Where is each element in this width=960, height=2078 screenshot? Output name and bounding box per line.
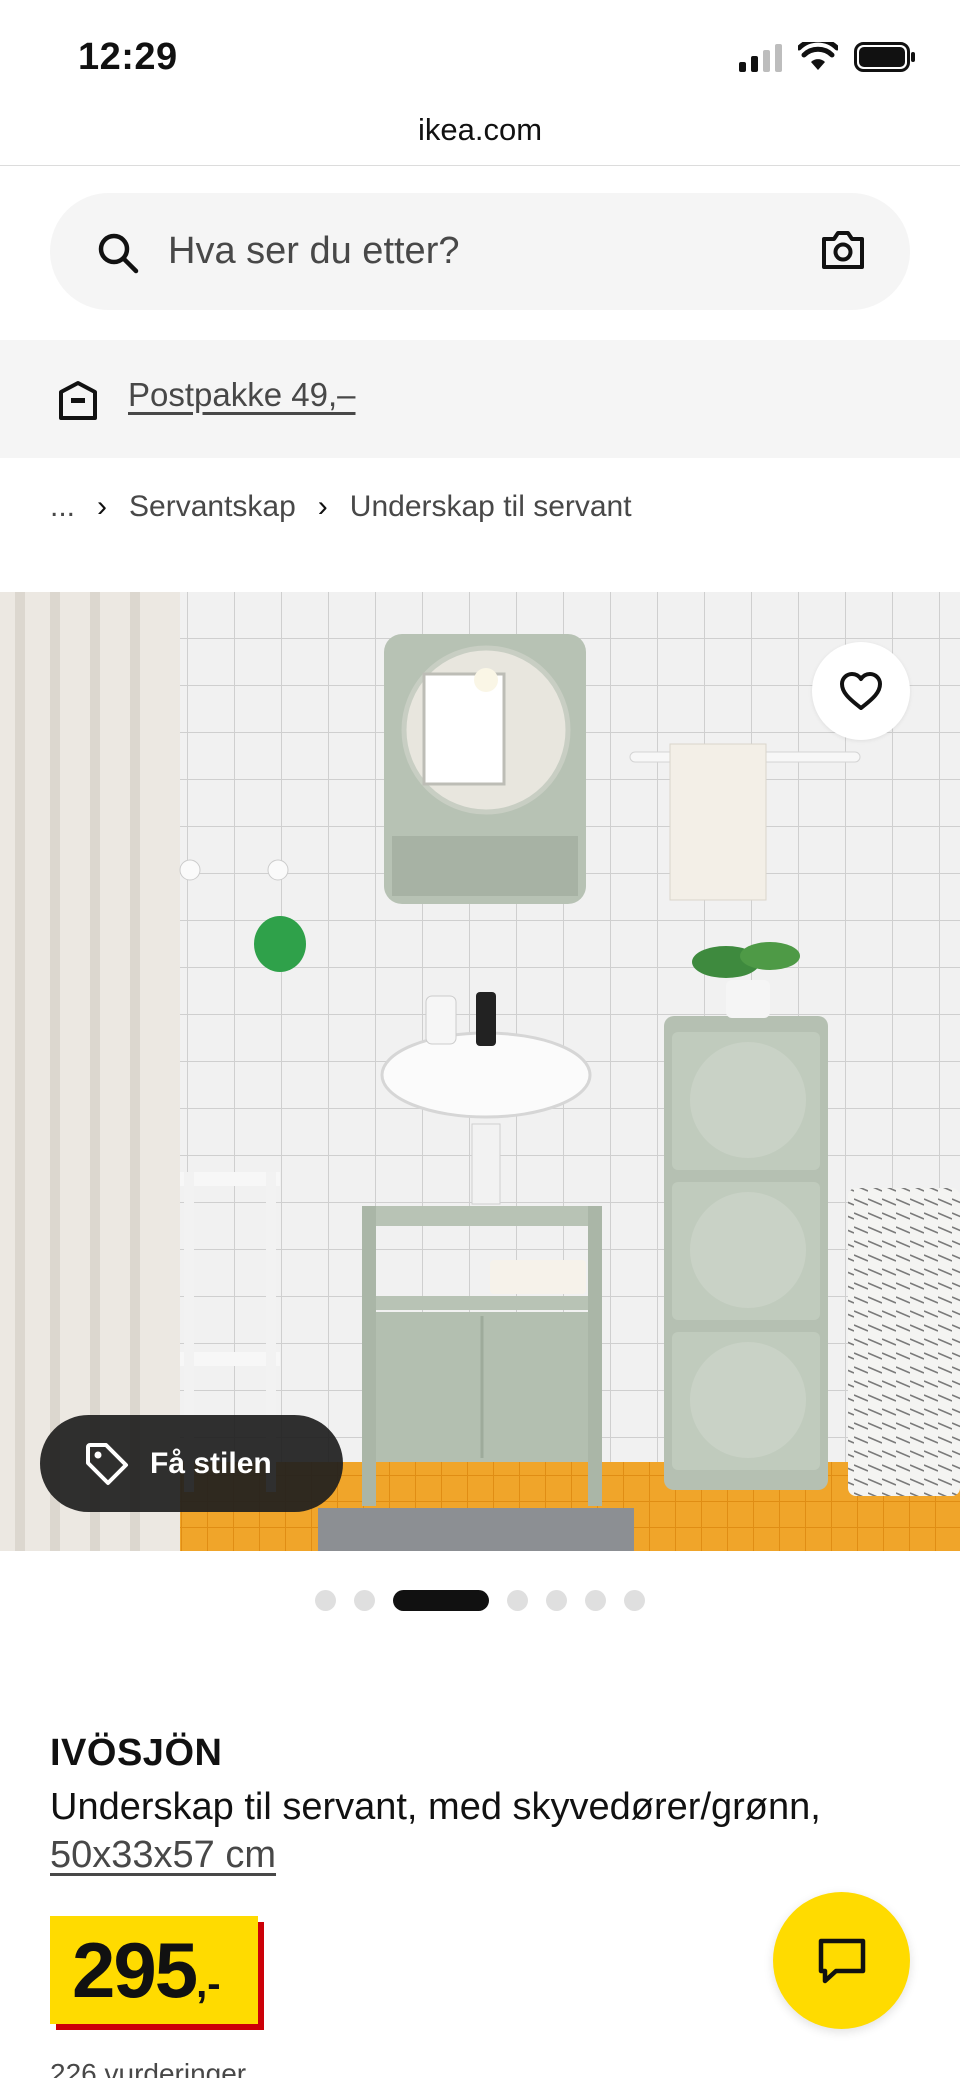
- battery-icon: [854, 42, 915, 72]
- search-bar[interactable]: [50, 193, 910, 310]
- carousel-dot[interactable]: [546, 1590, 567, 1611]
- camera-icon[interactable]: [820, 229, 866, 271]
- url-text: ikea.com: [417, 112, 543, 147]
- chevron-right-icon: ›: [97, 490, 108, 523]
- delivery-price-link[interactable]: Postpakke 49,–: [128, 376, 356, 414]
- search-input[interactable]: [168, 223, 768, 279]
- chevron-right-icon: ›: [317, 490, 328, 523]
- wifi-icon: [798, 42, 838, 70]
- product-name: IVÖSJÖN: [50, 1732, 223, 1774]
- product-image[interactable]: [0, 592, 960, 1551]
- product-page: 12:29 ikea.com Hva ser du etter? Postpak…: [0, 0, 960, 2078]
- chat-icon: [818, 1938, 865, 1983]
- cellular-signal-icon: [739, 42, 782, 72]
- carousel-dot[interactable]: [585, 1590, 606, 1611]
- carousel-pagination: [0, 1590, 960, 1611]
- product-size-link[interactable]: 50x33x57 cm: [50, 1834, 276, 1876]
- reviews-count[interactable]: 226 vurderinger: [50, 2058, 246, 2078]
- product-description: Underskap til servant, med skyvedører/gr…: [50, 1783, 910, 1879]
- price-box: 295,-: [50, 1916, 258, 2024]
- heart-icon: [840, 672, 882, 710]
- carousel-dot[interactable]: [315, 1590, 336, 1611]
- carousel-dot[interactable]: [624, 1590, 645, 1611]
- carousel-dot[interactable]: [507, 1590, 528, 1611]
- status-time: 12:29: [78, 36, 178, 78]
- tag-icon: [86, 1442, 128, 1485]
- price-integer: 295: [72, 1926, 198, 2014]
- bathroom-scene-illustration: [0, 592, 960, 1551]
- breadcrumb-ellipsis[interactable]: ...: [50, 490, 75, 524]
- chat-button[interactable]: [773, 1892, 910, 2029]
- price-tag: 295,-: [50, 1916, 264, 2030]
- delivery-banner: Postpakke 49,–: [0, 340, 960, 458]
- status-icons: [739, 42, 916, 72]
- get-style-button[interactable]: Få stilen: [40, 1415, 343, 1512]
- search-icon: [98, 233, 139, 274]
- carousel-dot[interactable]: [354, 1590, 375, 1611]
- breadcrumb-item-servantskap[interactable]: Servantskap: [129, 490, 296, 524]
- carousel-dot-active[interactable]: [393, 1590, 489, 1611]
- browser-url-bar[interactable]: ikea.com: [0, 110, 960, 166]
- delivery-box-icon: [59, 381, 97, 420]
- favorite-button[interactable]: [812, 642, 910, 740]
- product-description-text: Underskap til servant, med skyvedører/gr…: [50, 1786, 821, 1828]
- breadcrumb-item-underskap[interactable]: Underskap til servant: [350, 490, 632, 524]
- price-decimal: ,-: [196, 1962, 221, 2006]
- status-bar: 12:29: [0, 0, 960, 110]
- get-style-label: Få stilen: [150, 1446, 272, 1480]
- breadcrumb: ... › Servantskap › Underskap til servan…: [50, 490, 632, 524]
